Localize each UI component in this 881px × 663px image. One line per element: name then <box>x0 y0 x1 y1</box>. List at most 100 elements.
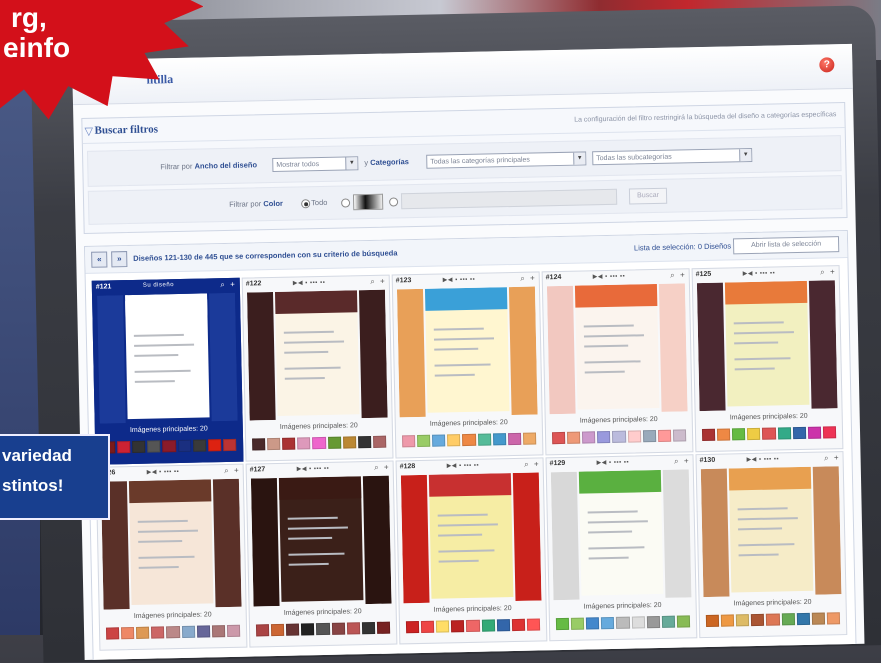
zoom-icon[interactable]: ⌕ <box>374 463 379 473</box>
design-card[interactable]: #121 Su diseño ⌕ + Imágenes principales: 20 <box>91 277 244 465</box>
color-swatch[interactable] <box>361 621 376 635</box>
color-swatch[interactable] <box>601 616 615 630</box>
color-swatch[interactable] <box>346 622 360 635</box>
color-swatch[interactable] <box>432 434 446 447</box>
next-page-icon[interactable]: » <box>111 251 128 268</box>
color-swatch[interactable] <box>811 612 825 625</box>
color-all-radio[interactable] <box>301 199 311 209</box>
add-icon[interactable]: + <box>380 277 385 286</box>
color-swatch[interactable] <box>481 619 495 632</box>
color-swatch[interactable] <box>357 435 372 449</box>
color-swatch[interactable] <box>447 434 461 447</box>
color-swatch[interactable] <box>555 617 570 631</box>
search-button[interactable]: Buscar <box>628 187 668 205</box>
zoom-icon[interactable]: ⌕ <box>224 466 229 476</box>
design-card[interactable]: #122 ▶◀ ▪ ▪▪▪ ▪▪ ⌕ + Imágenes principales: 2… <box>241 274 394 462</box>
color-swatch[interactable] <box>327 436 341 449</box>
color-swatch[interactable] <box>551 431 566 445</box>
design-card[interactable]: #125 ▶◀ ▪ ▪▪▪ ▪▪ ⌕ + Imágenes principales: 2… <box>691 265 844 453</box>
color-custom-radio[interactable] <box>389 197 399 207</box>
color-swatch[interactable] <box>162 440 176 453</box>
color-swatch[interactable] <box>781 613 795 626</box>
color-swatch[interactable] <box>121 626 135 640</box>
color-swatch[interactable] <box>792 426 806 440</box>
zoom-icon[interactable]: ⌕ <box>820 267 825 277</box>
design-card[interactable]: #124 ▶◀ ▪ ▪▪▪ ▪▪ ⌕ + Imágenes principales: 2… <box>541 268 694 456</box>
color-swatch[interactable] <box>207 439 222 452</box>
zoom-icon[interactable]: ⌕ <box>674 457 679 467</box>
color-swatch[interactable] <box>477 433 491 446</box>
subcategories-select[interactable]: Todas las subcategorías ▾ <box>592 147 753 166</box>
color-swatch[interactable] <box>582 431 596 444</box>
add-icon[interactable]: + <box>234 466 239 475</box>
color-swatch[interactable] <box>282 437 296 450</box>
color-swatch[interactable] <box>297 437 311 450</box>
color-swatch[interactable] <box>661 615 675 628</box>
color-swatch[interactable] <box>766 613 780 626</box>
add-icon[interactable]: + <box>534 459 539 468</box>
color-swatch[interactable] <box>826 612 841 625</box>
color-swatch[interactable] <box>511 618 526 632</box>
color-swatch[interactable] <box>522 432 537 445</box>
zoom-icon[interactable]: ⌕ <box>220 280 225 290</box>
color-swatch[interactable] <box>211 625 226 638</box>
selection-list-link[interactable]: Lista de selección: 0 Diseños <box>634 241 731 252</box>
design-card[interactable]: #128 ▶◀ ▪ ▪▪▪ ▪▪ ⌕ + Imágenes principales: 2… <box>395 457 548 645</box>
zoom-icon[interactable]: ⌕ <box>520 274 525 284</box>
color-swatch[interactable] <box>417 434 431 448</box>
color-swatch[interactable] <box>751 613 765 627</box>
color-swatch[interactable] <box>136 626 150 639</box>
add-icon[interactable]: + <box>830 267 835 276</box>
color-swatch[interactable] <box>586 617 600 630</box>
color-swatch[interactable] <box>597 430 611 444</box>
color-swatch[interactable] <box>672 429 687 442</box>
add-icon[interactable]: + <box>230 280 235 289</box>
design-card[interactable]: #123 ▶◀ ▪ ▪▪▪ ▪▪ ⌕ + Imágenes principales: 2… <box>391 271 544 459</box>
card-toolbar[interactable]: ▶◀ ▪ ▪▪▪ ▪▪ <box>297 465 330 473</box>
color-swatch[interactable] <box>567 431 581 444</box>
color-swatch[interactable] <box>372 435 387 448</box>
color-swatch[interactable] <box>496 619 510 632</box>
color-swatch[interactable] <box>616 616 630 629</box>
color-swatch[interactable] <box>646 615 660 629</box>
add-icon[interactable]: + <box>834 453 839 462</box>
color-swatch[interactable] <box>762 427 776 440</box>
add-icon[interactable]: + <box>684 456 689 465</box>
color-swatch[interactable] <box>286 623 300 636</box>
color-swatch[interactable] <box>822 426 837 439</box>
color-swatch[interactable] <box>570 617 585 630</box>
card-toolbar[interactable]: ▶◀ ▪ ▪▪▪ ▪▪ <box>743 269 776 277</box>
color-swatch[interactable] <box>807 426 822 439</box>
color-swatch[interactable] <box>720 614 735 627</box>
color-swatch[interactable] <box>147 440 161 453</box>
color-swatch[interactable] <box>312 436 326 450</box>
color-picker-strip[interactable] <box>400 188 618 210</box>
design-thumbnail[interactable] <box>700 466 842 598</box>
design-thumbnail[interactable] <box>400 472 542 604</box>
add-icon[interactable]: + <box>530 274 535 283</box>
color-swatch[interactable] <box>222 438 237 452</box>
color-swatch[interactable] <box>117 441 131 454</box>
color-swatch[interactable] <box>331 622 345 635</box>
card-toolbar[interactable]: ▶◀ ▪ ▪▪▪ ▪▪ <box>597 459 630 467</box>
categories-select[interactable]: Todas las categorías principales ▾ <box>426 151 587 169</box>
color-swatch[interactable] <box>451 620 465 633</box>
color-swatch[interactable] <box>301 623 315 636</box>
zoom-icon[interactable]: ⌕ <box>524 460 529 470</box>
card-toolbar[interactable]: ▶◀ ▪ ▪▪▪ ▪▪ <box>293 279 326 287</box>
design-thumbnail[interactable] <box>100 478 242 610</box>
color-swatch[interactable] <box>132 440 146 453</box>
design-thumbnail[interactable] <box>396 286 538 418</box>
color-swatch[interactable] <box>507 432 522 446</box>
color-swatch[interactable] <box>777 427 791 440</box>
color-swatch[interactable] <box>166 626 180 639</box>
color-swatch[interactable] <box>642 430 656 443</box>
color-swatch[interactable] <box>627 430 641 443</box>
color-swatch[interactable] <box>492 433 507 446</box>
color-swatch[interactable] <box>657 429 672 442</box>
color-gradient-radio[interactable] <box>341 198 351 208</box>
color-swatch[interactable] <box>402 435 416 448</box>
card-toolbar[interactable]: Su diseño <box>143 282 174 289</box>
card-toolbar[interactable]: ▶◀ ▪ ▪▪▪ ▪▪ <box>747 455 780 463</box>
design-card[interactable]: #127 ▶◀ ▪ ▪▪▪ ▪▪ ⌕ + Imágenes principales: 2… <box>245 460 398 648</box>
